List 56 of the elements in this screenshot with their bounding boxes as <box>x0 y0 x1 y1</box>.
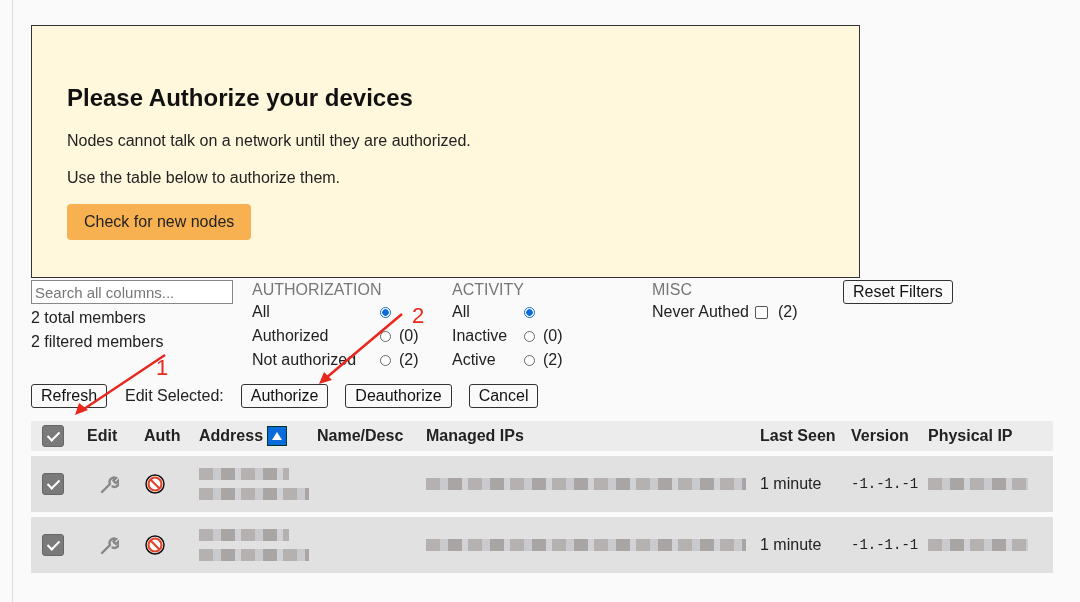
notice-text: Nodes cannot talk on a network until they are authorized. <box>67 132 472 150</box>
edit-selected-label: Edit Selected: <box>125 387 224 405</box>
column-header[interactable]: Version <box>851 427 909 445</box>
sort-icon[interactable] <box>267 426 288 446</box>
refresh-button[interactable]: Refresh <box>31 384 108 408</box>
radio-button[interactable] <box>524 330 535 342</box>
notice-title: Please Authorize your devices <box>67 84 414 112</box>
filter-heading: AUTHORIZATION <box>252 280 383 300</box>
prohibited-icon[interactable] <box>144 473 166 495</box>
reset-filters-button[interactable]: Reset Filters <box>843 280 953 304</box>
select-all-checkbox[interactable] <box>42 425 64 447</box>
filter-option-label: Authorized <box>252 327 330 345</box>
version-text: -1.-1.-1 <box>851 476 919 492</box>
filter-option-label: All <box>452 303 471 321</box>
action-button[interactable]: Deauthorize <box>345 384 452 408</box>
radio-button[interactable] <box>380 330 391 342</box>
radio-button[interactable] <box>380 306 391 318</box>
filter-count: (0) <box>543 327 563 345</box>
action-button[interactable]: Authorize <box>240 384 329 408</box>
column-header[interactable]: Last Seen <box>760 427 836 445</box>
column-header[interactable]: Physical IP <box>928 427 1013 445</box>
filter-heading: ACTIVITY <box>452 280 525 300</box>
filter-option-label: Never Authed <box>652 303 749 321</box>
row-checkbox[interactable] <box>42 473 64 495</box>
check-nodes-button[interactable]: Check for new nodes <box>67 204 252 240</box>
column-header[interactable]: Auth <box>144 427 181 445</box>
action-button[interactable]: Cancel <box>468 384 539 408</box>
column-header[interactable]: Address <box>199 427 264 445</box>
filter-option-label: All <box>252 303 271 321</box>
filter-count: (0) <box>399 327 419 345</box>
filter-count: (2) <box>399 351 419 369</box>
radio-button[interactable] <box>380 354 391 366</box>
notice-text: Use the table below to authorize them. <box>67 169 342 187</box>
filter-count: (2) <box>543 351 563 369</box>
member-count: 2 filtered members <box>31 333 165 352</box>
version-text: -1.-1.-1 <box>851 537 919 553</box>
last-seen-text: 1 minute <box>760 475 822 493</box>
column-header[interactable]: Edit <box>87 427 118 445</box>
checkbox[interactable] <box>754 305 768 319</box>
last-seen-text: 1 minute <box>760 536 822 554</box>
radio-button[interactable] <box>524 306 535 318</box>
member-count: 2 total members <box>31 309 147 328</box>
filter-heading: MISC <box>652 280 693 300</box>
filter-option-label: Inactive <box>452 327 509 345</box>
annotation-number: 1 <box>156 355 169 381</box>
search-field[interactable]: Search all columns... <box>31 280 233 304</box>
filter-option-label: Active <box>452 351 497 369</box>
wrench-icon[interactable] <box>99 535 119 555</box>
filter-count: (2) <box>777 303 798 321</box>
annotation-number: 2 <box>412 303 425 329</box>
prohibited-icon[interactable] <box>144 534 166 556</box>
column-header[interactable]: Name/Desc <box>317 427 404 445</box>
column-header[interactable]: Managed IPs <box>426 427 524 445</box>
wrench-icon[interactable] <box>99 474 119 494</box>
radio-button[interactable] <box>524 354 535 366</box>
row-checkbox[interactable] <box>42 534 64 556</box>
